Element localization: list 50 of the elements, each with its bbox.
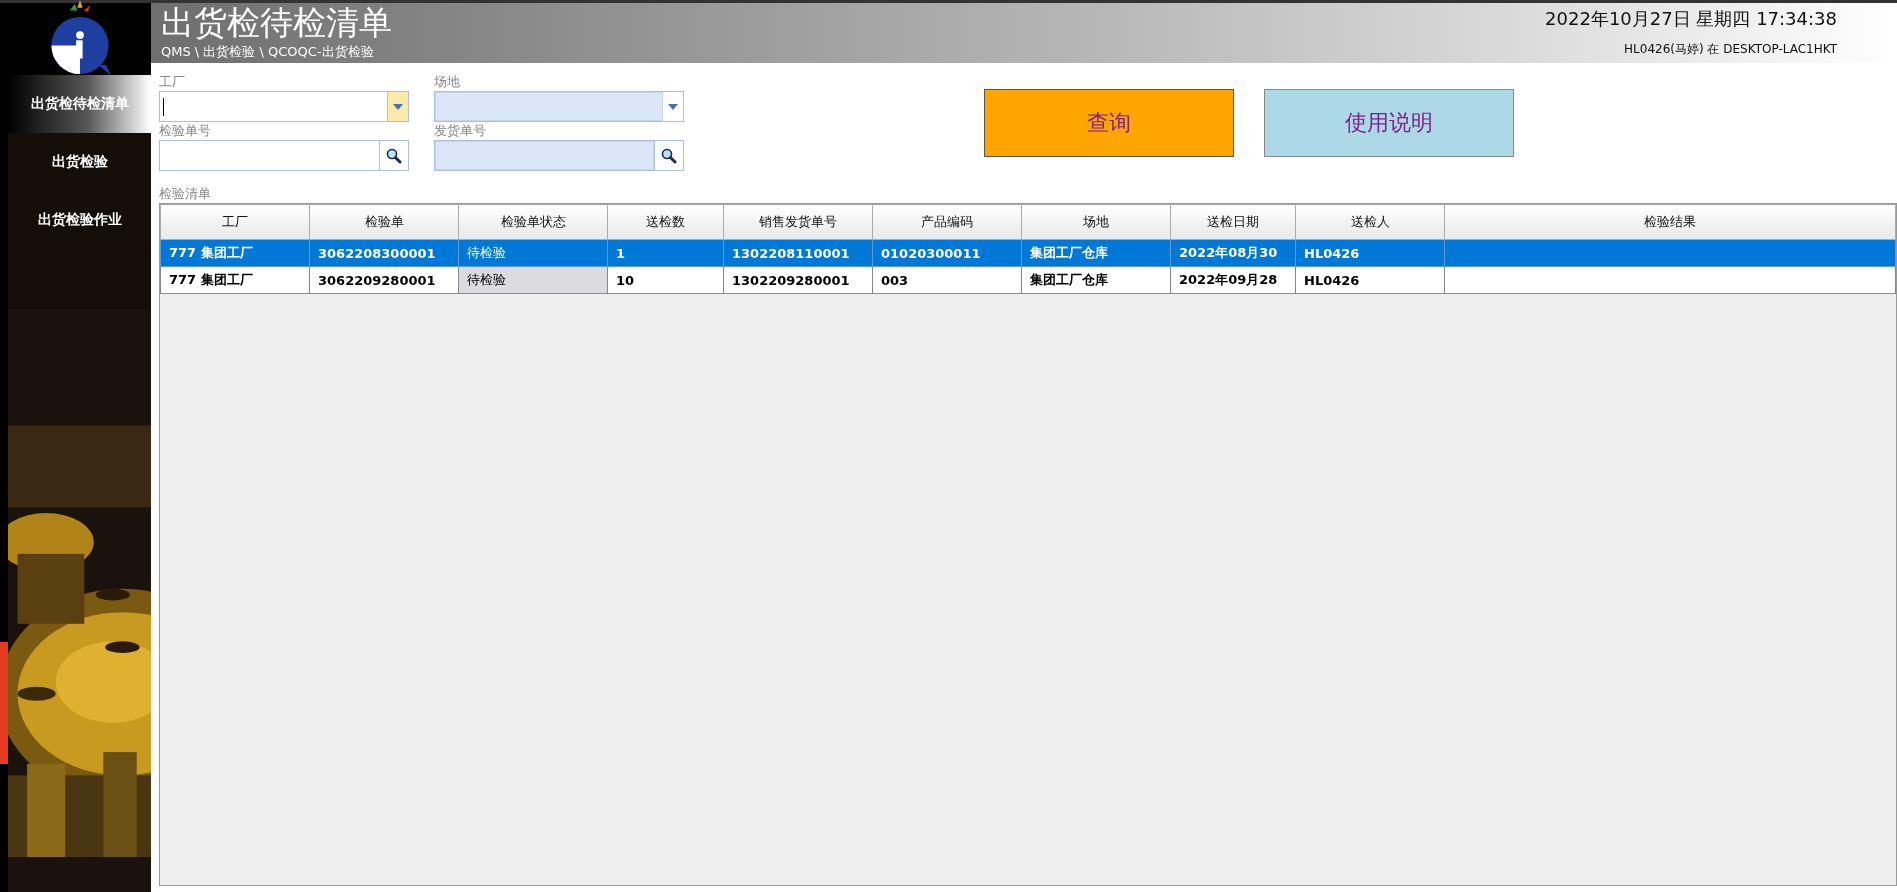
lookup-field[interactable] (159, 140, 409, 171)
datetime: 2022年10月27日 星期四 17:34:38 (1545, 7, 1837, 31)
table-cell: 2022年08月30 (1170, 239, 1296, 267)
section-label: 检验清单 (158, 185, 212, 203)
sidebar-item[interactable]: 出货检验 (8, 133, 151, 191)
column-header[interactable]: 工厂 (160, 204, 310, 240)
table-cell: 2022年09月28 (1170, 266, 1296, 294)
search-icon (661, 147, 677, 164)
search-icon (386, 147, 402, 164)
column-header[interactable]: 产品编码 (872, 204, 1022, 240)
column-header[interactable]: 场地 (1021, 204, 1171, 240)
table-cell: 01020300011 (872, 239, 1022, 267)
table-cell: 集团工厂仓库 (1021, 266, 1171, 294)
page-title: 出货检待检清单 (161, 3, 392, 43)
user-info: HL0426(马婷) 在 DESKTOP-LAC1HKT (1624, 41, 1837, 58)
table-row[interactable]: 777 集团工厂 3062208300001 待检验 1 1302208110001 01020300011 集团工厂仓库 2022年08月30 HL0426 (160, 239, 1896, 267)
column-header[interactable]: 销售发货单号 (723, 204, 873, 240)
help-button[interactable]: 使用说明 (1264, 89, 1514, 157)
table-cell: 777 集团工厂 (160, 239, 310, 267)
table-cell: HL0426 (1295, 266, 1445, 294)
dropdown-arrow-icon (668, 103, 678, 110)
table-cell: 10 (607, 266, 724, 294)
sidebar-item[interactable]: 出货检待检清单 (8, 75, 151, 133)
table-cell: 1 (607, 239, 724, 267)
column-header[interactable]: 送检日期 (1170, 204, 1296, 240)
table-cell: 待检验 (458, 266, 608, 294)
sidebar-item[interactable]: 出货检验作业 (8, 191, 151, 249)
table-cell: 003 (872, 266, 1022, 294)
column-header[interactable]: 检验单状态 (458, 204, 608, 240)
table-cell: HL0426 (1295, 239, 1445, 267)
dropdown-field[interactable] (159, 91, 409, 122)
dropdown-arrow-icon (393, 103, 403, 110)
table-cell: 3062208300001 (309, 239, 459, 267)
table-cell: 777 集团工厂 (160, 266, 310, 294)
breadcrumb: QMS \ 出货检验 \ QCOQC-出货检验 (161, 43, 375, 61)
column-header[interactable]: 送检数 (607, 204, 724, 240)
field-label: 工厂 (159, 73, 186, 91)
table-cell: 3062209280001 (309, 266, 459, 294)
table-row[interactable]: 777 集团工厂 3062209280001 待检验 10 1302209280001 003 集团工厂仓库 2022年09月28 HL0426 (160, 266, 1896, 294)
field-label: 场地 (434, 73, 461, 91)
query-button[interactable]: 查询 (984, 89, 1234, 157)
field-label: 检验单号 (159, 122, 212, 140)
table-cell: 1302209280001 (723, 266, 873, 294)
table-cell: 集团工厂仓库 (1021, 239, 1171, 267)
table-cell: 1302208110001 (723, 239, 873, 267)
column-header[interactable]: 检验单 (309, 204, 459, 240)
column-header[interactable]: 检验结果 (1444, 204, 1896, 240)
field-label: 发货单号 (434, 122, 487, 140)
table-cell: 待检验 (458, 239, 608, 267)
column-header[interactable]: 送检人 (1295, 204, 1445, 240)
